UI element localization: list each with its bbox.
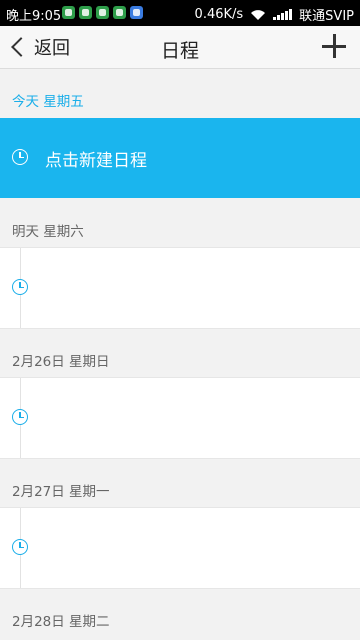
notification-icon xyxy=(62,6,75,19)
schedule-slot[interactable] xyxy=(0,377,360,459)
carrier-name: 联通SVIP xyxy=(299,9,354,24)
new-event-button[interactable]: 点击新建日程 xyxy=(0,118,360,198)
day-header-tomorrow: 明天 星期六 xyxy=(0,208,360,248)
day-header-feb27: 2月27日 星期一 xyxy=(0,468,360,508)
clock-icon xyxy=(12,149,28,165)
wechat-icon xyxy=(96,6,109,19)
schedule-slot[interactable] xyxy=(0,247,360,329)
header-bar: 返回 日程 xyxy=(0,26,360,69)
network-speed: 0.46K/s xyxy=(194,7,244,22)
add-event-button[interactable] xyxy=(322,34,346,58)
wechat-icon xyxy=(113,6,126,19)
clock-icon xyxy=(12,409,28,425)
day-label: 2月26日 星期日 xyxy=(12,354,110,370)
page-title: 日程 xyxy=(160,40,199,62)
day-header-today: 今天 星期五 xyxy=(0,78,360,118)
status-time: 晚上9:05 xyxy=(6,9,62,24)
wechat-icon xyxy=(79,6,92,19)
day-label: 2月27日 星期一 xyxy=(12,484,110,500)
signal-icon xyxy=(273,9,293,20)
day-header-feb26: 2月26日 星期日 xyxy=(0,338,360,378)
clock-icon xyxy=(12,279,28,295)
new-event-label: 点击新建日程 xyxy=(45,151,147,171)
app-icon xyxy=(130,6,143,19)
wifi-icon xyxy=(251,9,266,20)
status-bar: 晚上9:05 0.46K/s 联通SVIP xyxy=(0,0,360,26)
day-label: 明天 星期六 xyxy=(12,224,84,240)
schedule-slot[interactable] xyxy=(0,507,360,589)
clock-icon xyxy=(12,539,28,555)
day-header-feb28: 2月28日 星期二 xyxy=(0,598,360,638)
status-app-icons xyxy=(62,6,143,19)
day-label: 2月28日 星期二 xyxy=(12,614,110,630)
status-right: 0.46K/s 联通SVIP xyxy=(195,5,354,24)
day-label: 今天 星期五 xyxy=(12,94,84,110)
